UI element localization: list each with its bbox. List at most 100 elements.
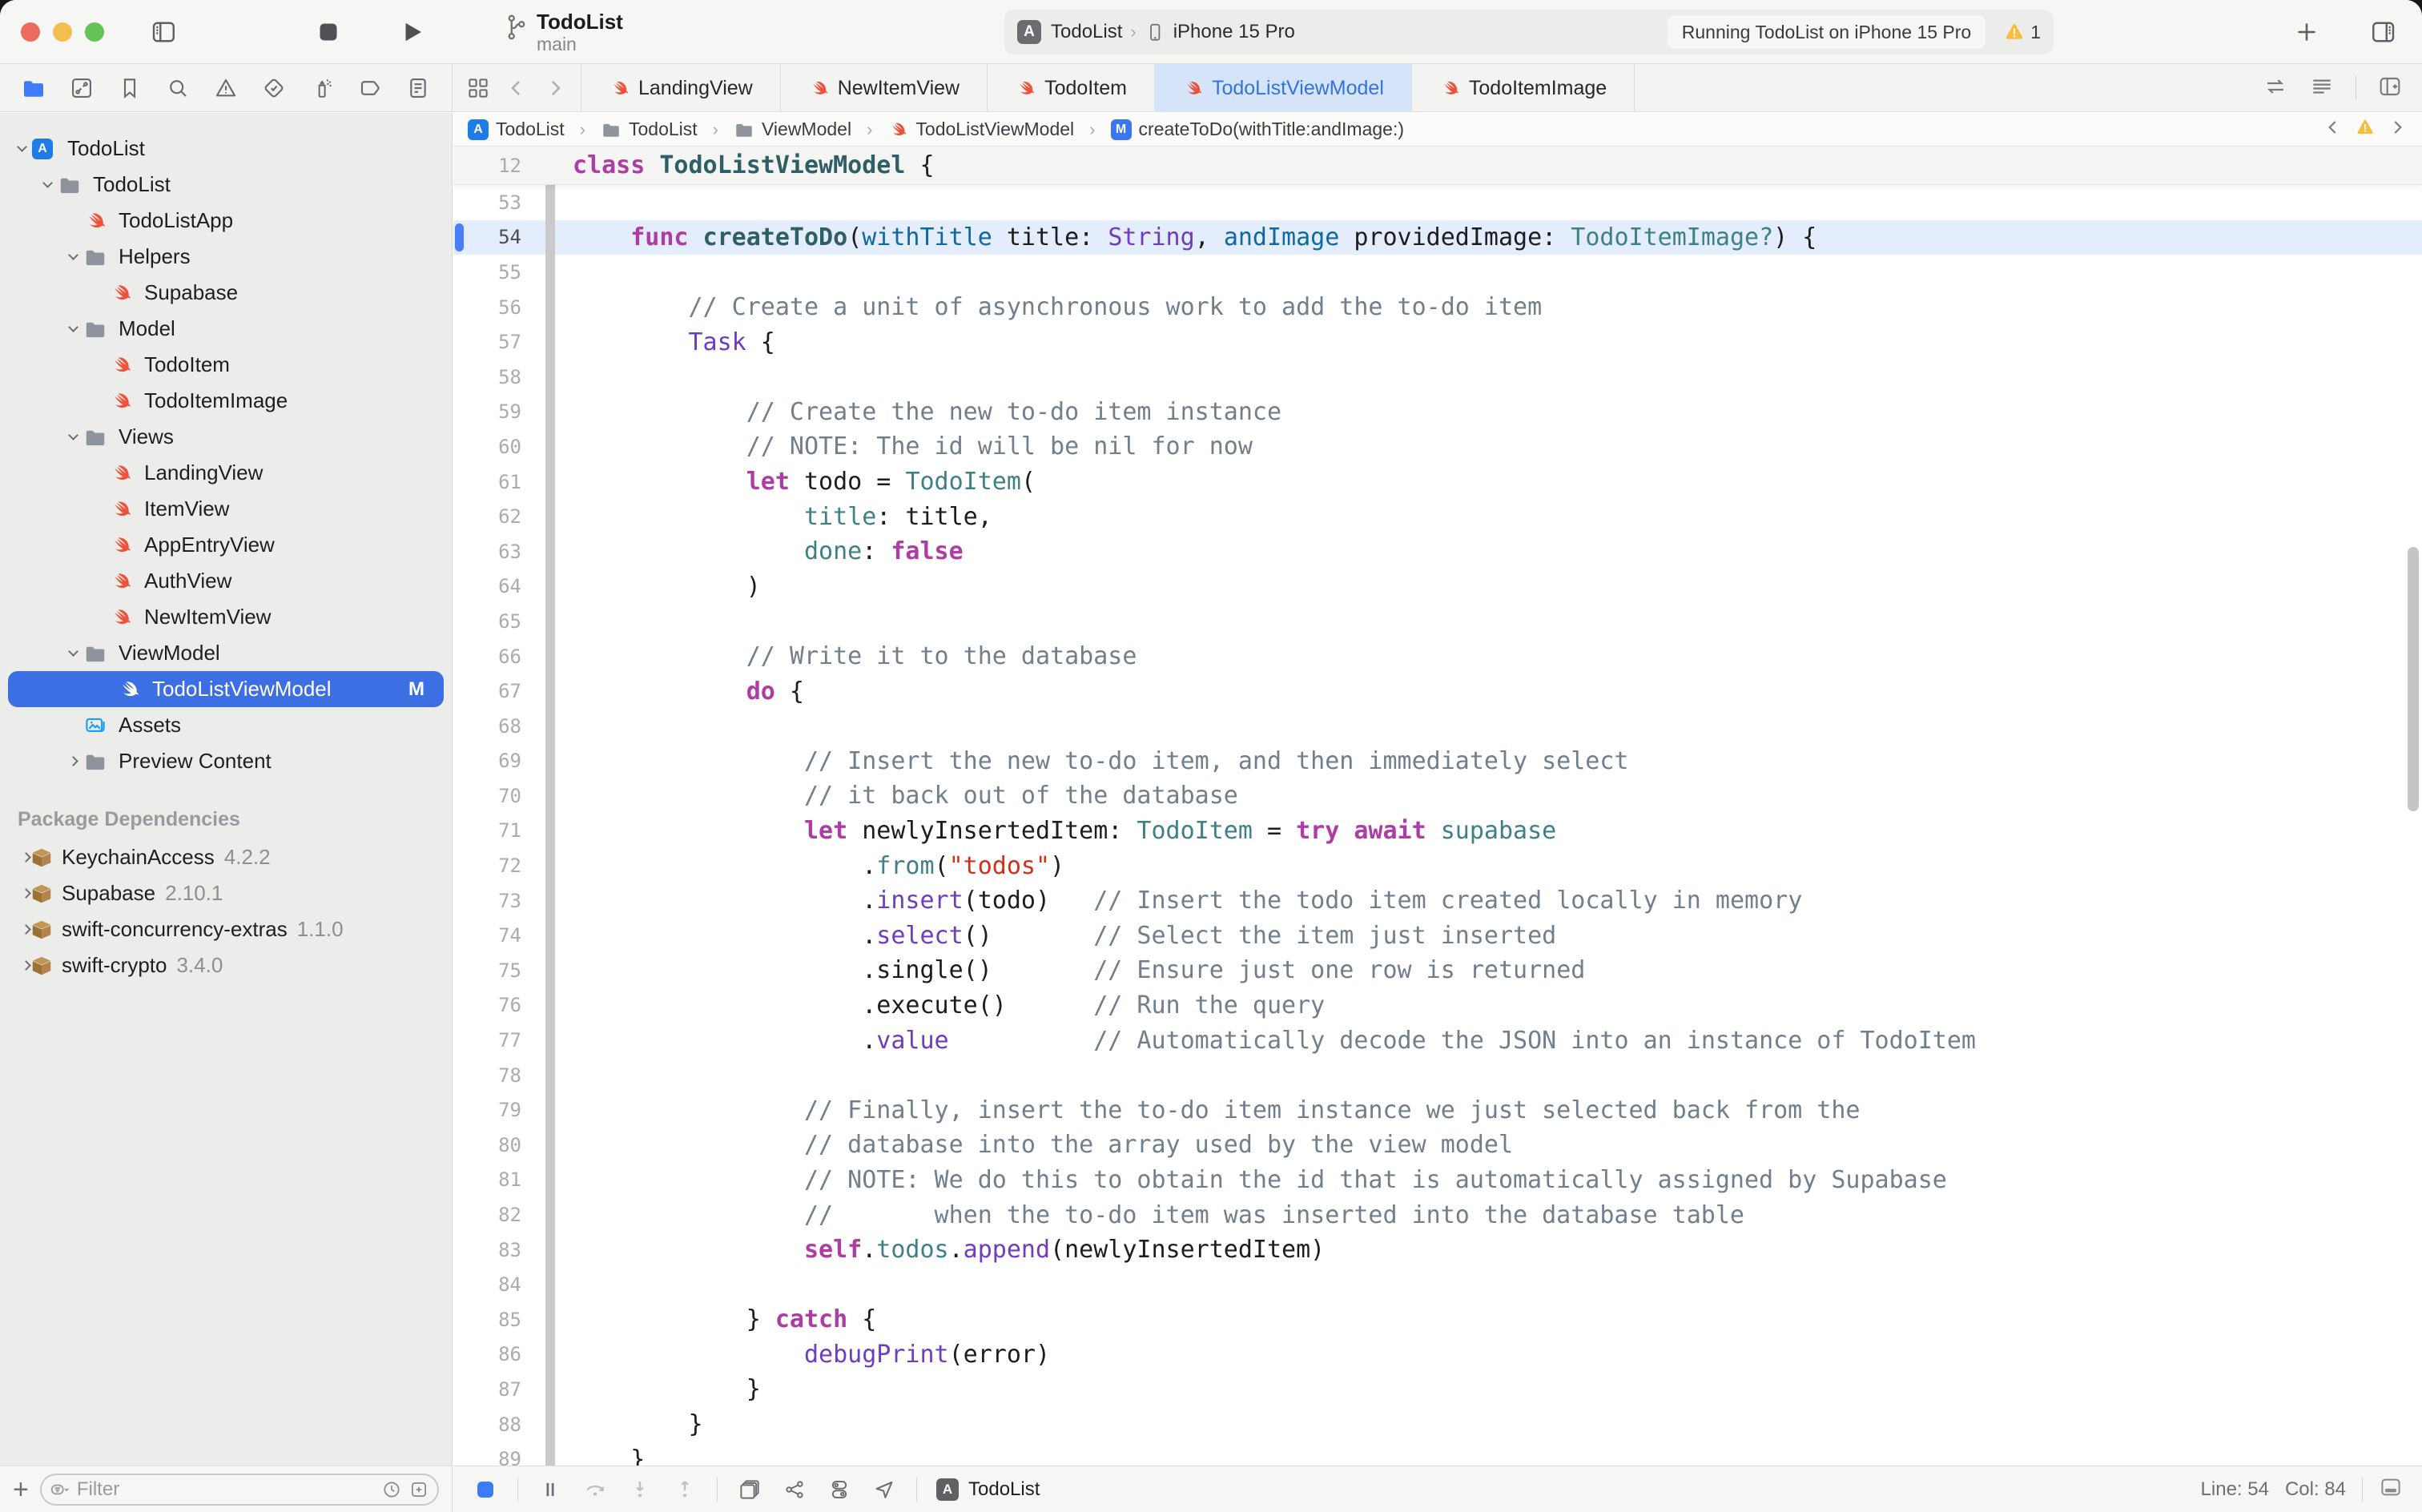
source-control-change-bar — [545, 1337, 555, 1373]
disclosure-open-icon[interactable] — [62, 327, 83, 331]
breadcrumb-item[interactable]: TodoList — [601, 119, 698, 140]
code-line-72: 72 .from("todos") — [453, 848, 2422, 883]
sidebar-item-AppEntryView[interactable]: AppEntryView — [0, 527, 452, 563]
disclosure-open-icon[interactable] — [62, 435, 83, 439]
filter-field[interactable]: Filter — [40, 1474, 439, 1506]
sidebar-item-Helpers[interactable]: Helpers — [0, 239, 452, 275]
code-line-88: 88 } — [453, 1407, 2422, 1442]
breadcrumb[interactable]: ATodoList›TodoList›ViewModel›TodoListVie… — [468, 119, 1404, 140]
tab-TodoItemImage[interactable]: TodoItemImage — [1411, 64, 1635, 112]
hide-debug-area-button[interactable] — [473, 1477, 498, 1502]
source-editor[interactable]: 12class TodoListViewModel { 5354 func cr… — [453, 147, 2422, 1466]
line-number: 88 — [453, 1413, 521, 1436]
sidebar-item-TodoListViewModel[interactable]: TodoListViewModelM — [8, 671, 444, 707]
sidebar-item-TodoList[interactable]: TodoList — [0, 167, 452, 203]
stop-button[interactable] — [314, 18, 343, 46]
source-control-navigator-icon[interactable] — [69, 75, 95, 101]
minimize-window-button[interactable] — [53, 22, 72, 42]
sidebar-item-Views[interactable]: Views — [0, 419, 452, 455]
environment-overrides-icon[interactable] — [827, 1477, 852, 1502]
disclosure-closed-icon[interactable] — [22, 926, 30, 933]
recent-files-clock-icon[interactable] — [381, 1479, 402, 1500]
sticky-declaration-line: 12class TodoListViewModel { — [453, 147, 2422, 185]
run-button[interactable] — [397, 18, 426, 46]
memory-graph-icon[interactable] — [782, 1477, 807, 1502]
tests-navigator-icon[interactable] — [261, 75, 287, 101]
close-window-button[interactable] — [21, 22, 40, 42]
sidebar-item-TodoItemImage[interactable]: TodoItemImage — [0, 383, 452, 419]
add-button[interactable] — [2292, 18, 2321, 46]
disclosure-closed-icon[interactable] — [22, 962, 30, 969]
warning-icon[interactable] — [2355, 117, 2376, 142]
disclosure-closed-icon[interactable] — [22, 854, 30, 861]
step-into-icon[interactable] — [627, 1477, 653, 1502]
step-out-icon[interactable] — [672, 1477, 698, 1502]
sidebar-item-LandingView[interactable]: LandingView — [0, 455, 452, 491]
related-items-icon[interactable] — [465, 74, 492, 102]
scheme-selector[interactable]: A TodoList › iPhone 15 Pro Running TodoL… — [1004, 10, 2054, 54]
tab-NewItemView[interactable]: NewItemView — [780, 64, 988, 112]
sidebar-item-TodoList[interactable]: ATodoList — [0, 131, 452, 167]
sidebar-item-NewItemView[interactable]: NewItemView — [0, 599, 452, 635]
find-navigator-icon[interactable] — [165, 75, 191, 101]
toggle-right-sidebar-icon[interactable] — [2369, 18, 2398, 46]
add-file-button[interactable]: + — [13, 1478, 29, 1502]
disclosure-open-icon[interactable] — [62, 651, 83, 655]
project-title-block[interactable]: TodoList main — [505, 10, 623, 54]
sidebar-item-ItemView[interactable]: ItemView — [0, 491, 452, 527]
simulate-location-icon[interactable] — [871, 1477, 897, 1502]
bookmarks-navigator-icon[interactable] — [117, 75, 143, 101]
sidebar-item-Supabase[interactable]: Supabase — [0, 275, 452, 311]
sidebar-item-Assets[interactable]: Assets — [0, 707, 452, 743]
running-process[interactable]: A TodoList — [936, 1478, 1040, 1501]
disclosure-open-icon[interactable] — [37, 183, 58, 187]
disclosure-closed-icon[interactable] — [62, 758, 83, 765]
vertical-scrollbar[interactable] — [2408, 547, 2419, 811]
breadcrumb-item[interactable]: ViewModel — [734, 119, 851, 140]
disclosure-open-icon[interactable] — [11, 147, 32, 151]
zoom-window-button[interactable] — [85, 22, 104, 42]
tab-LandingView[interactable]: LandingView — [581, 64, 781, 112]
disclosure-closed-icon[interactable] — [22, 890, 30, 897]
branch-name: main — [537, 34, 623, 54]
adjust-editor-options-icon[interactable] — [2309, 74, 2335, 103]
project-navigator-icon[interactable] — [21, 75, 46, 101]
disclosure-open-icon[interactable] — [62, 255, 83, 259]
source-control-status-icon[interactable] — [408, 1479, 429, 1500]
previous-issue-icon[interactable] — [2323, 117, 2344, 142]
sidebar-item-ViewModel[interactable]: ViewModel — [0, 635, 452, 671]
breadcrumb-item[interactable]: TodoListViewModel — [887, 119, 1074, 140]
next-issue-icon[interactable] — [2387, 117, 2408, 142]
toggle-debug-area-icon[interactable] — [2379, 1475, 2403, 1505]
code-area[interactable]: 5354 func createToDo(withTitle title: St… — [453, 185, 2422, 1466]
issues-navigator-icon[interactable] — [213, 75, 239, 101]
scheme-name[interactable]: TodoList — [1051, 21, 1122, 43]
toggle-left-sidebar-icon[interactable] — [149, 18, 178, 46]
breadcrumb-item[interactable]: McreateToDo(withTitle:andImage:) — [1111, 119, 1405, 140]
forward-button[interactable] — [541, 74, 569, 102]
sidebar-item-AuthView[interactable]: AuthView — [0, 563, 452, 599]
sidebar-item-TodoItem[interactable]: TodoItem — [0, 347, 452, 383]
package-swift-concurrency-extras[interactable]: swift-concurrency-extras1.1.0 — [0, 911, 452, 947]
sidebar-item-Model[interactable]: Model — [0, 311, 452, 347]
run-destination[interactable]: iPhone 15 Pro — [1173, 21, 1295, 43]
tab-TodoItem[interactable]: TodoItem — [987, 64, 1155, 112]
assets-icon — [83, 714, 107, 738]
tab-TodoListViewModel[interactable]: TodoListViewModel — [1154, 64, 1412, 112]
debug-navigator-icon[interactable] — [309, 75, 335, 101]
view-debugger-icon[interactable] — [737, 1477, 762, 1502]
package-Supabase[interactable]: Supabase2.10.1 — [0, 875, 452, 911]
sidebar-item-Preview Content[interactable]: Preview Content — [0, 743, 452, 779]
warning-counter[interactable]: 1 — [2003, 21, 2041, 43]
breadcrumb-item[interactable]: ATodoList — [468, 119, 565, 140]
code-review-icon[interactable] — [2263, 74, 2288, 103]
pause-execution-icon[interactable] — [537, 1477, 563, 1502]
add-editor-icon[interactable] — [2377, 74, 2403, 103]
sidebar-item-TodoListApp[interactable]: TodoListApp — [0, 203, 452, 239]
back-button[interactable] — [503, 74, 530, 102]
breakpoints-navigator-icon[interactable] — [357, 75, 383, 101]
package-swift-crypto[interactable]: swift-crypto3.4.0 — [0, 947, 452, 983]
step-over-icon[interactable] — [582, 1477, 608, 1502]
reports-navigator-icon[interactable] — [405, 75, 431, 101]
package-KeychainAccess[interactable]: KeychainAccess4.2.2 — [0, 839, 452, 875]
